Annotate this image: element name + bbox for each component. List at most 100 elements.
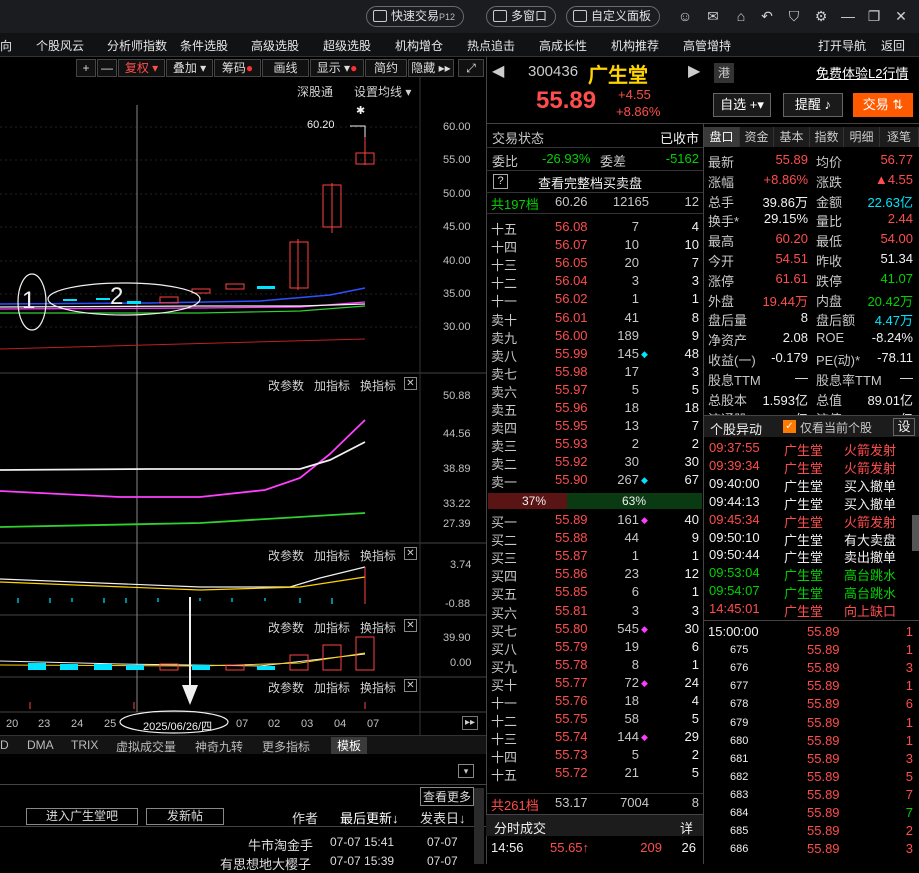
menu-item[interactable]: 个股风云 <box>36 37 84 54</box>
menu-item[interactable]: 高级选股 <box>251 37 299 54</box>
menu-item[interactable]: 分析师指数 <box>107 37 167 54</box>
new-post-button[interactable]: 发新帖 <box>146 808 224 825</box>
mail-icon[interactable]: ✉ <box>705 8 721 24</box>
info-tab[interactable]: 指数 <box>810 127 844 147</box>
scroll-right-button[interactable]: ▸▸ <box>462 716 478 730</box>
date-tick: 04 <box>334 718 347 730</box>
indicator-tabs: D DMA TRIX 虚拟成交量 神奇九转 更多指标 模板 <box>0 735 486 754</box>
full-depth-link[interactable]: 查看完整档买卖盘 <box>538 173 642 192</box>
col-post-date[interactable]: 发表日↓ <box>420 808 466 827</box>
collapse-icon[interactable]: ▾ <box>458 764 474 778</box>
indicator-tab[interactable]: 虚拟成交量 <box>116 738 176 755</box>
only-current-checkbox[interactable]: ✓ <box>783 420 796 433</box>
enter-forum-button[interactable]: 进入广生堂吧 <box>26 808 138 825</box>
l2-trial-link[interactable]: 免费体验L2行情 <box>816 63 908 82</box>
col-last-update[interactable]: 最后更新↓ <box>340 808 399 827</box>
trade-button[interactable]: 交易 ⇅ <box>853 93 913 117</box>
info-tab[interactable]: 基本 <box>774 127 810 147</box>
movement-header: 个股异动 ✓ 仅看当前个股 设 <box>704 415 919 437</box>
switch-indicator-button[interactable]: 换指标 <box>360 619 396 636</box>
trade-detail-row: 684 55.89 7 <box>730 805 913 820</box>
next-stock-icon[interactable]: ▶ <box>688 61 700 81</box>
close-panel-icon[interactable]: ✕ <box>404 547 417 560</box>
user-icon[interactable]: ☺ <box>677 8 693 24</box>
y-tick: -0.88 <box>445 598 471 610</box>
tick-detail-button[interactable]: 详 <box>680 818 693 837</box>
switch-indicator-button[interactable]: 换指标 <box>360 679 396 696</box>
more-posts-button[interactable]: 查看更多 <box>420 787 475 806</box>
movement-row[interactable]: 09:53:04 广生堂 高台跳水 <box>704 565 912 583</box>
change-params-button[interactable]: 改参数 <box>268 377 304 394</box>
restore-icon[interactable]: ❐ <box>866 8 882 24</box>
prev-stock-icon[interactable]: ◀ <box>492 61 504 81</box>
change-params-button[interactable]: 改参数 <box>268 679 304 696</box>
indicator-tab[interactable]: DMA <box>27 738 54 752</box>
forum-author[interactable]: 牛市淘金手 <box>248 835 313 854</box>
alert-button[interactable]: 提醒 ♪ <box>783 93 843 117</box>
movement-row[interactable]: 09:50:44 广生堂 卖出撤单 <box>704 547 912 565</box>
movement-row[interactable]: 09:45:34 广生堂 火箭发射 <box>704 512 912 530</box>
change-params-button[interactable]: 改参数 <box>268 619 304 636</box>
price-change: +4.55 <box>618 87 651 102</box>
quote-info-row: 净资产 2.08 ROE -8.24% <box>708 330 913 349</box>
add-indicator-button[interactable]: 加指标 <box>314 679 350 696</box>
indicator-tab[interactable]: 神奇九转 <box>195 738 243 755</box>
movement-row[interactable]: 09:40:00 广生堂 买入撤单 <box>704 476 912 494</box>
col-author[interactable]: 作者 <box>292 808 318 827</box>
indicator-tab[interactable]: TRIX <box>71 738 98 752</box>
movement-row[interactable]: 09:39:34 广生堂 火箭发射 <box>704 458 912 476</box>
add-indicator-button[interactable]: 加指标 <box>314 547 350 564</box>
quick-trade-button[interactable]: 快速交易P12 <box>366 6 465 27</box>
menu-item[interactable]: 超级选股 <box>323 37 371 54</box>
big-order-marker-icon: ◆ <box>641 475 648 486</box>
shirt-icon[interactable]: ⛉ <box>786 8 802 24</box>
open-nav-link[interactable]: 打开导航 <box>818 37 866 54</box>
menu-item[interactable]: 向 <box>0 37 12 54</box>
info-tab[interactable]: 资金 <box>740 127 774 147</box>
home-icon[interactable]: ⌂ <box>733 8 749 24</box>
trade-detail-row: 681 55.89 3 <box>730 750 913 766</box>
ratio-bar: 37% 63% <box>488 493 702 509</box>
forum-scrollbar[interactable] <box>474 788 484 864</box>
back-link[interactable]: 返回 <box>881 37 905 54</box>
multi-window-button[interactable]: 多窗口 <box>486 6 557 27</box>
custom-board-button[interactable]: 自定义面板 <box>566 6 661 27</box>
movement-row[interactable]: 09:37:55 广生堂 火箭发射 <box>704 440 912 458</box>
menu-item[interactable]: 高管增持 <box>683 37 731 54</box>
quote-info-row: 股息TTM — 股息率TTM — <box>708 369 913 388</box>
big-order-marker-icon: ◆ <box>641 732 648 743</box>
movement-row[interactable]: 14:45:01 广生堂 向上缺口 <box>704 601 912 619</box>
indicator-tab[interactable]: 更多指标 <box>262 738 310 755</box>
undo-icon[interactable]: ↶ <box>759 8 775 24</box>
switch-indicator-button[interactable]: 换指标 <box>360 377 396 394</box>
settings-icon[interactable]: ⚙ <box>813 8 829 24</box>
info-tab[interactable]: 逐笔 <box>880 127 919 147</box>
help-icon[interactable]: ? <box>493 174 508 189</box>
switch-indicator-button[interactable]: 换指标 <box>360 547 396 564</box>
change-params-button[interactable]: 改参数 <box>268 547 304 564</box>
info-tab[interactable]: 盘口 <box>704 127 740 147</box>
close-panel-icon[interactable]: ✕ <box>404 619 417 632</box>
y-tick: 30.00 <box>443 321 471 333</box>
close-panel-icon[interactable]: ✕ <box>404 679 417 692</box>
movement-row[interactable]: 09:44:13 广生堂 买入撤单 <box>704 494 912 512</box>
add-indicator-button[interactable]: 加指标 <box>314 619 350 636</box>
menu-item[interactable]: 机构推荐 <box>611 37 659 54</box>
movement-settings-button[interactable]: 设 <box>893 418 915 436</box>
watchlist-button[interactable]: 自选 +▾ <box>713 93 771 117</box>
movement-scrollbar[interactable] <box>912 515 919 551</box>
movement-row[interactable]: 09:50:10 广生堂 有大卖盘 <box>704 530 912 548</box>
menu-item[interactable]: 机构增仓 <box>395 37 443 54</box>
menu-item[interactable]: 高成长性 <box>539 37 587 54</box>
close-panel-icon[interactable]: ✕ <box>404 377 417 390</box>
template-tab[interactable]: 模板 <box>331 737 368 754</box>
indicator-tab[interactable]: D <box>0 738 9 752</box>
menu-item[interactable]: 条件选股 <box>180 37 228 54</box>
add-indicator-button[interactable]: 加指标 <box>314 377 350 394</box>
minimize-icon[interactable]: — <box>840 8 856 24</box>
menu-item[interactable]: 热点追击 <box>467 37 515 54</box>
info-tab[interactable]: 明细 <box>844 127 880 147</box>
close-icon[interactable]: ✕ <box>893 8 909 24</box>
hk-tag[interactable]: 港 <box>714 63 734 83</box>
movement-row[interactable]: 09:54:07 广生堂 高台跳水 <box>704 583 912 601</box>
